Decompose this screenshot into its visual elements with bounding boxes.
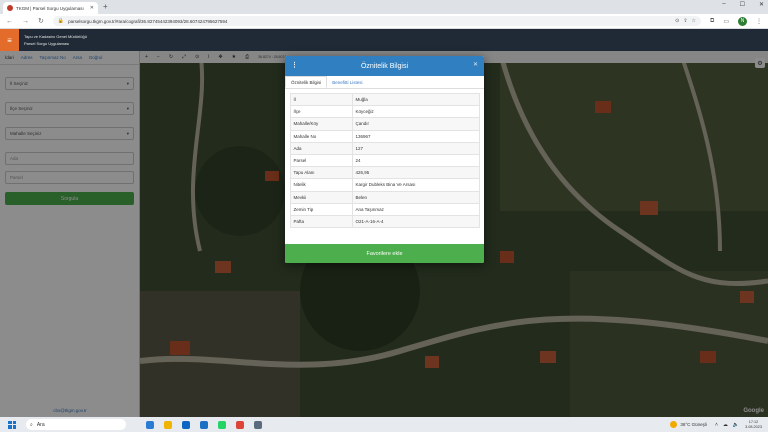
share-icon[interactable]: ⇪ (683, 18, 687, 24)
attribute-row: Zemin Tip Ana Taşınmaz (289, 202, 480, 216)
tab-attribute-info[interactable]: Öznitelik Bilgisi (285, 76, 328, 88)
attribute-row: İlçe Köyceğiz (289, 105, 480, 119)
url-text: parselsorgu.tkgm.gov.tr/#ara/cografi/36.… (68, 18, 228, 24)
attribute-key: Parsel (289, 153, 353, 168)
attribute-key: Ada (289, 141, 353, 155)
taskbar-search-placeholder: Ara (36, 421, 45, 428)
tkgm-favicon-icon (7, 5, 13, 11)
sidepanel-icon[interactable]: ▭ (723, 18, 729, 25)
close-window-icon[interactable]: ✕ (759, 1, 764, 8)
attribute-key: Tapu Alanı (289, 166, 353, 180)
minimize-icon[interactable]: – (722, 1, 725, 8)
search-icon: ⌕ (30, 421, 33, 428)
forward-icon[interactable]: → (22, 18, 29, 25)
modal-header: ⋮ Öznitelik Bilgisi ✕ (285, 56, 484, 76)
attribute-row: Pafta O21-A-16-A-4 (289, 214, 480, 229)
lock-icon[interactable]: 🔒 (58, 18, 64, 24)
attribute-value: Belen (351, 190, 480, 204)
hamburger-menu-icon[interactable]: ≡ (0, 29, 19, 51)
attribute-value: Köyceğiz (351, 105, 480, 119)
taskbar-clock[interactable]: 17:12 3.08.2023 (745, 420, 762, 430)
app-header: ≡ Tapu ve Kadastro Genel Müdürlüğü Parse… (0, 29, 768, 51)
attribute-value: Kargir Dubleks Bina Ve Arsası (351, 178, 480, 192)
attribute-value: 426,95 (351, 166, 480, 180)
attribute-row: Parsel 24 (289, 153, 480, 168)
taskbar-search[interactable]: ⌕ Ara (26, 419, 126, 430)
attribute-key: Mahalle No (289, 129, 353, 143)
system-tray: ˄ ☁ 🔈 (715, 422, 739, 428)
windows-start-icon[interactable] (8, 420, 16, 429)
weather-text: 36°C Güneşli (680, 422, 707, 427)
attribute-row: Nitelik Kargir Dubleks Bina Ve Arsası (289, 178, 480, 192)
address-bar[interactable]: 🔒 parselsorgu.tkgm.gov.tr/#ara/cografi/3… (52, 16, 702, 26)
file-explorer-icon[interactable] (164, 420, 172, 429)
attribute-key: İl (289, 92, 353, 107)
mail-icon[interactable] (200, 420, 208, 429)
speaker-icon[interactable]: 🔈 (733, 422, 739, 428)
attribute-value: O21-A-16-A-4 (351, 214, 480, 229)
attribute-row: Tapu Alanı 426,95 (289, 166, 480, 180)
chevron-up-icon[interactable]: ˄ (715, 422, 718, 428)
tab-title: TKGM | Parsel Sorgu Uygulaması (16, 5, 84, 11)
maximize-icon[interactable]: ☐ (740, 1, 745, 8)
window-controls: – ☐ ✕ (722, 1, 764, 8)
browser-tab[interactable]: TKGM | Parsel Sorgu Uygulaması ✕ (3, 2, 98, 14)
extensions-icon[interactable]: ⧉ (710, 18, 714, 25)
browser-menu-icon[interactable]: ⋮ (756, 18, 762, 25)
clock-date: 3.08.2023 (745, 424, 762, 429)
attribute-value: 127 (351, 141, 480, 155)
modal-tabs: Öznitelik Bilgisi Benefitti Listesi (285, 76, 484, 89)
new-tab-icon[interactable]: + (103, 2, 108, 11)
attribute-row: Mahalle No 136967 (289, 129, 480, 143)
attribute-row: Mahalle/Köy Çandır (289, 117, 480, 131)
org-name: Tapu ve Kadastro Genel Müdürlüğü (24, 34, 87, 39)
browser-tabstrip: TKGM | Parsel Sorgu Uygulaması ✕ + – ☐ ✕ (0, 0, 768, 14)
attribute-key: Mevkii (289, 190, 353, 204)
back-icon[interactable]: ← (6, 18, 13, 25)
attribute-key: İlçe (289, 105, 353, 119)
chrome-icon[interactable] (236, 420, 244, 429)
attribute-table: İl Muğla İlçe Köyceğiz Mahalle/Köy Çandır Maha… (289, 92, 480, 229)
attribute-key: Nitelik (289, 178, 353, 192)
attribute-key: Mahalle/Köy (289, 117, 353, 131)
attribute-row: Ada 127 (289, 141, 480, 155)
weather-widget[interactable]: 36°C Güneşli (670, 421, 707, 428)
network-icon[interactable]: ☁ (723, 422, 728, 428)
attribute-value: Ana Taşınmaz (351, 202, 480, 216)
bookmark-star-icon[interactable]: ☆ (692, 18, 696, 24)
modal-title: Öznitelik Bilgisi (360, 62, 409, 70)
edge-icon[interactable] (146, 420, 154, 429)
location-icon[interactable]: ⊙ (675, 18, 679, 24)
windows-taskbar: ⌕ Ara 36°C Güneşli ˄ ☁ 🔈 17:12 3.08.2023 (0, 417, 768, 432)
attribute-value: Muğla (351, 92, 480, 107)
close-tab-icon[interactable]: ✕ (90, 5, 94, 11)
add-to-favorites-button[interactable]: Favorilere ekle (285, 244, 484, 263)
app-name: Parsel Sorgu Uygulaması (24, 41, 70, 46)
attribute-value: 136967 (351, 129, 480, 143)
whatsapp-icon[interactable] (218, 420, 226, 429)
browser-toolbar: ← → ↻ 🔒 parselsorgu.tkgm.gov.tr/#ara/cog… (0, 14, 768, 29)
attribute-info-modal: ⋮ Öznitelik Bilgisi ✕ Öznitelik Bilgisi … (285, 56, 484, 263)
store-icon[interactable] (182, 420, 190, 429)
attribute-row: İl Muğla (289, 92, 480, 107)
attribute-value: Çandır (351, 117, 480, 131)
attribute-key: Zemin Tip (289, 202, 353, 216)
notepad-icon[interactable] (254, 420, 262, 429)
kebab-menu-icon[interactable]: ⋮ (291, 61, 298, 69)
tab-beneficiary-list[interactable]: Benefitti Listesi (327, 76, 367, 88)
attribute-key: Pafta (289, 214, 353, 229)
reload-icon[interactable]: ↻ (38, 17, 44, 25)
close-icon[interactable]: ✕ (473, 61, 478, 68)
profile-avatar[interactable]: N (738, 16, 747, 26)
attribute-row: Mevkii Belen (289, 190, 480, 204)
sun-icon (670, 421, 678, 428)
taskbar-apps (146, 420, 262, 429)
attribute-value: 24 (351, 153, 480, 168)
